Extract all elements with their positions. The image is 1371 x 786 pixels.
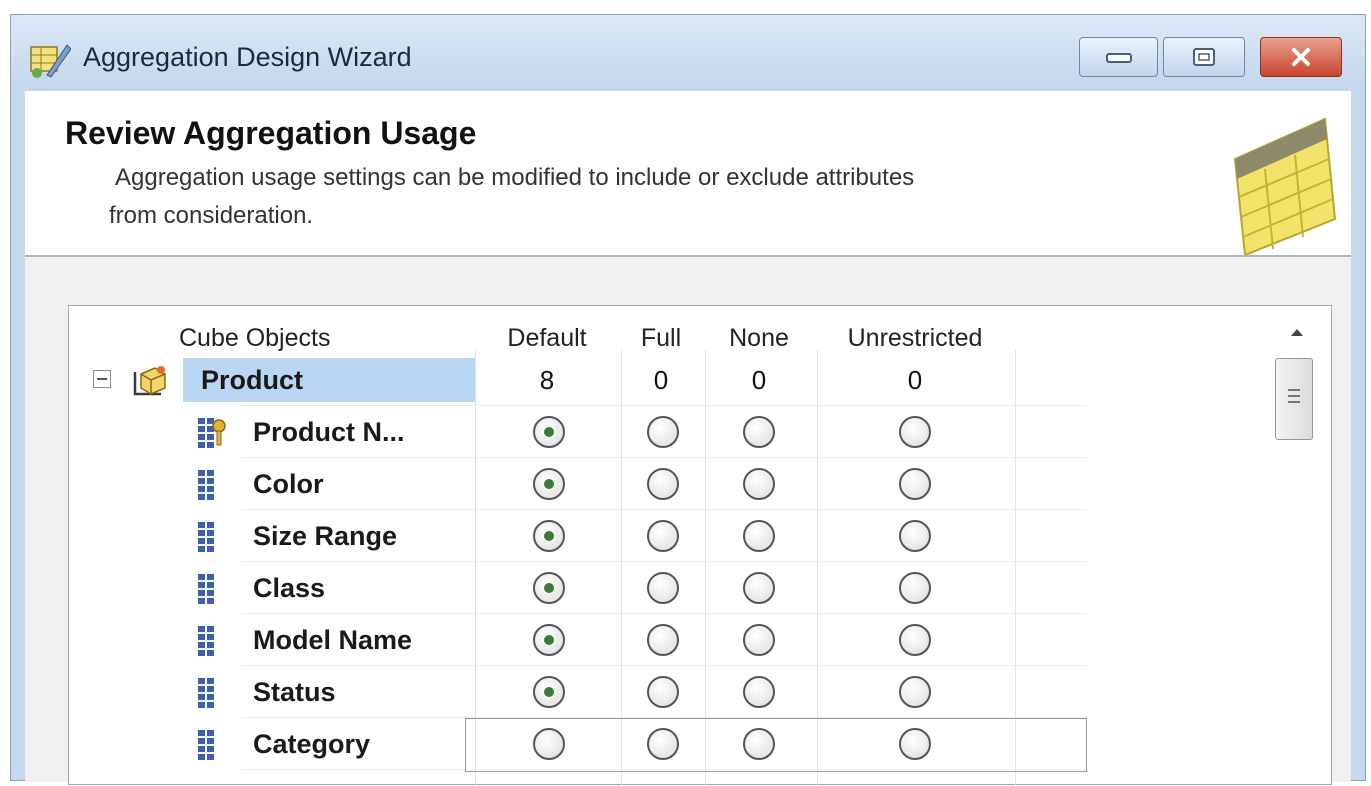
attribute-icon bbox=[198, 626, 214, 656]
attribute-row[interactable]: Product N... bbox=[69, 406, 1279, 458]
minimize-icon bbox=[1080, 38, 1157, 76]
attribute-name[interactable]: Product N... bbox=[253, 410, 473, 454]
scroll-up-arrow-icon[interactable] bbox=[1279, 318, 1315, 346]
usage-radio-full[interactable] bbox=[647, 468, 679, 500]
attribute-icon bbox=[198, 574, 214, 604]
close-icon bbox=[1261, 38, 1341, 76]
none-count: 0 bbox=[751, 365, 767, 395]
wizard-body: Cube Objects Default Full None Unrestric… bbox=[25, 257, 1351, 786]
usage-radio-none[interactable] bbox=[743, 520, 775, 552]
attribute-row[interactable]: Size Range bbox=[69, 510, 1279, 562]
maximize-icon bbox=[1164, 38, 1244, 76]
usage-radio-default[interactable] bbox=[533, 676, 565, 708]
attribute-name[interactable]: Color bbox=[253, 462, 473, 506]
attribute-name[interactable]: Status bbox=[253, 670, 473, 714]
attribute-name[interactable]: Model Name bbox=[253, 618, 473, 662]
wizard-app-icon bbox=[30, 44, 71, 78]
page-description: Aggregation usage settings can be modifi… bbox=[109, 159, 1115, 235]
usage-radio-unrestricted[interactable] bbox=[899, 520, 931, 552]
dimension-row-product[interactable]: Product 8 0 0 0 bbox=[69, 354, 1279, 406]
attribute-row[interactable]: Class bbox=[69, 562, 1279, 614]
wizard-header: Review Aggregation Usage Aggregation usa… bbox=[25, 91, 1351, 257]
wizard-window: Aggregation Design Wizard Review Aggrega… bbox=[10, 14, 1366, 786]
attribute-name[interactable]: Category bbox=[253, 722, 473, 766]
description-line-1: Aggregation usage settings can be modifi… bbox=[115, 164, 915, 191]
attribute-icon bbox=[198, 730, 214, 760]
usage-radio-full[interactable] bbox=[647, 572, 679, 604]
usage-radio-full[interactable] bbox=[647, 624, 679, 656]
vertical-scrollbar[interactable] bbox=[1263, 306, 1331, 784]
title-bar[interactable]: Aggregation Design Wizard bbox=[11, 15, 1365, 91]
scroll-thumb[interactable] bbox=[1275, 358, 1313, 440]
aggregation-usage-grid: Cube Objects Default Full None Unrestric… bbox=[68, 305, 1332, 786]
usage-radio-unrestricted[interactable] bbox=[899, 572, 931, 604]
focused-row-outline bbox=[465, 718, 1087, 772]
attribute-row[interactable]: Model Name bbox=[69, 614, 1279, 666]
usage-radio-none[interactable] bbox=[743, 624, 775, 656]
usage-radio-default[interactable] bbox=[533, 468, 565, 500]
usage-radio-default[interactable] bbox=[533, 520, 565, 552]
attribute-row[interactable]: Color bbox=[69, 458, 1279, 510]
usage-radio-unrestricted[interactable] bbox=[899, 624, 931, 656]
maximize-button[interactable] bbox=[1163, 37, 1245, 77]
unrestricted-count: 0 bbox=[907, 365, 923, 395]
attribute-icon bbox=[198, 678, 214, 708]
usage-radio-unrestricted[interactable] bbox=[899, 468, 931, 500]
usage-radio-unrestricted[interactable] bbox=[899, 416, 931, 448]
dimension-name[interactable]: Product bbox=[183, 358, 475, 402]
key-attribute-icon bbox=[198, 418, 226, 448]
minimize-button[interactable] bbox=[1079, 37, 1158, 77]
attribute-name[interactable]: Size Range bbox=[253, 514, 473, 558]
usage-radio-full[interactable] bbox=[647, 416, 679, 448]
usage-radio-none[interactable] bbox=[743, 676, 775, 708]
window-title: Aggregation Design Wizard bbox=[83, 42, 412, 72]
attribute-row[interactable]: Status bbox=[69, 666, 1279, 718]
page-title: Review Aggregation Usage bbox=[65, 115, 477, 151]
usage-radio-none[interactable] bbox=[743, 468, 775, 500]
attribute-icon bbox=[198, 470, 214, 500]
aggregation-table-icon bbox=[1233, 117, 1337, 255]
usage-radio-none[interactable] bbox=[743, 572, 775, 604]
collapse-icon[interactable] bbox=[93, 370, 111, 388]
full-count: 0 bbox=[653, 365, 669, 395]
usage-radio-full[interactable] bbox=[647, 520, 679, 552]
usage-radio-full[interactable] bbox=[647, 676, 679, 708]
usage-radio-default[interactable] bbox=[533, 572, 565, 604]
default-count: 8 bbox=[539, 365, 555, 395]
dimension-cube-icon bbox=[133, 366, 166, 396]
usage-radio-none[interactable] bbox=[743, 416, 775, 448]
usage-radio-default[interactable] bbox=[533, 416, 565, 448]
usage-radio-default[interactable] bbox=[533, 624, 565, 656]
description-line-2: from consideration. bbox=[109, 202, 314, 229]
attribute-name[interactable]: Class bbox=[253, 566, 473, 610]
attribute-icon bbox=[198, 522, 214, 552]
close-button[interactable] bbox=[1260, 37, 1342, 77]
usage-radio-unrestricted[interactable] bbox=[899, 676, 931, 708]
